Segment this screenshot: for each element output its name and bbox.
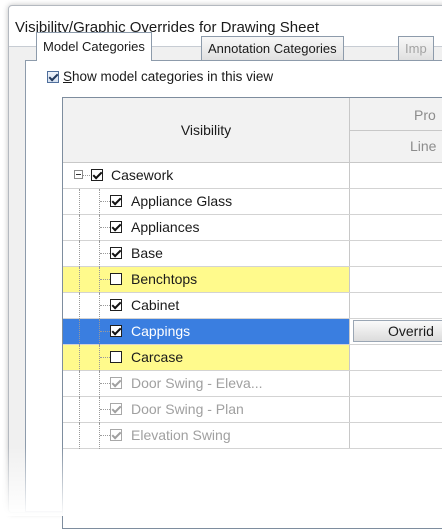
category-name-cell[interactable]: Door Swing - Plan: [63, 397, 350, 423]
tab-imported-categories[interactable]: Imp: [398, 36, 434, 60]
category-label: Cappings: [131, 323, 191, 339]
visibility-checkbox[interactable]: [110, 195, 122, 207]
category-name-cell[interactable]: Carcase: [63, 345, 350, 371]
visibility-checkbox[interactable]: [110, 325, 122, 337]
visibility-checkbox[interactable]: [110, 429, 122, 441]
category-label: Door Swing - Eleva...: [131, 375, 263, 391]
category-row[interactable]: Door Swing - Eleva...: [63, 371, 442, 397]
category-name-cell[interactable]: Cabinet: [63, 293, 350, 319]
category-row[interactable]: Door Swing - Plan: [63, 397, 442, 423]
tree-connector: [100, 409, 110, 410]
column-header-projection[interactable]: Pro: [350, 98, 442, 131]
category-row[interactable]: Elevation Swing: [63, 423, 442, 449]
category-row[interactable]: Cappings Overrid: [63, 319, 442, 345]
show-model-categories-label: how model categories in this view: [72, 69, 274, 84]
column-header-lines[interactable]: Line: [350, 131, 442, 163]
category-name-cell[interactable]: Base: [63, 241, 350, 267]
tree-connector: [79, 319, 80, 345]
tree-connector: [79, 293, 80, 319]
category-row[interactable]: Cabinet: [63, 293, 442, 319]
categories-grid: Visibility Pro Line Casework Appliance Gl…: [62, 97, 442, 529]
category-label: Carcase: [131, 349, 184, 365]
category-name-cell[interactable]: Elevation Swing: [63, 423, 350, 449]
category-name-cell[interactable]: Benchtops: [63, 267, 350, 293]
visibility-checkbox[interactable]: [110, 247, 122, 259]
category-row[interactable]: Benchtops: [63, 267, 442, 293]
tree-connector: [100, 357, 110, 358]
category-name-cell[interactable]: Casework: [63, 163, 350, 188]
category-label: Casework: [111, 167, 174, 183]
category-name-cell[interactable]: Appliances: [63, 215, 350, 241]
tab-model-categories[interactable]: Model Categories: [36, 32, 152, 61]
visibility-checkbox[interactable]: [110, 351, 122, 363]
category-label: Appliances: [131, 219, 200, 235]
category-label: Elevation Swing: [131, 427, 231, 443]
tree-connector: [79, 371, 80, 397]
tree-connector: [100, 279, 110, 280]
tree-connector: [99, 267, 100, 293]
column-header-visibility[interactable]: Visibility: [63, 98, 350, 163]
category-label: Cabinet: [131, 297, 180, 313]
tree-connector: [79, 189, 80, 215]
tree-connector: [79, 241, 80, 267]
tree-connector: [99, 319, 100, 345]
tree-connector: [99, 241, 100, 267]
tree-connector: [79, 215, 80, 241]
visibility-checkbox[interactable]: [110, 377, 122, 389]
category-name-cell[interactable]: Cappings: [63, 319, 350, 345]
show-model-categories-checkbox[interactable]: Show model categories in this view: [47, 69, 273, 84]
category-row[interactable]: Appliances: [63, 215, 442, 241]
tree-connector: [99, 397, 100, 423]
tree-connector: [99, 371, 100, 397]
tree-connector: [100, 201, 110, 202]
tree-connector: [100, 331, 110, 332]
tree-connector: [99, 189, 100, 215]
tree-connector: [99, 293, 100, 319]
tree-connector: [79, 267, 80, 293]
category-row[interactable]: Appliance Glass: [63, 189, 442, 215]
category-label: Appliance Glass: [131, 193, 233, 209]
visibility-checkbox[interactable]: [110, 221, 122, 233]
category-row[interactable]: Carcase: [63, 345, 442, 371]
category-row[interactable]: Casework: [63, 163, 442, 189]
show-model-categories-mnemonic: S: [63, 69, 73, 84]
visibility-checkbox[interactable]: [110, 403, 122, 415]
tree-connector: [79, 397, 80, 423]
category-label: Door Swing - Plan: [131, 401, 244, 417]
category-label: Benchtops: [131, 271, 198, 287]
tree-connector: [79, 345, 80, 371]
visibility-checkbox[interactable]: [110, 273, 122, 285]
tree-connector: [100, 227, 110, 228]
visibility-checkbox[interactable]: [91, 169, 103, 181]
override-button[interactable]: Overrid: [353, 320, 442, 342]
tree-connector: [100, 383, 110, 384]
tab-annotation-categories[interactable]: Annotation Categories: [201, 36, 344, 60]
tree-connector: [99, 215, 100, 241]
collapse-icon[interactable]: [74, 170, 83, 179]
tree-connector: [99, 423, 100, 449]
category-label: Base: [131, 245, 163, 261]
tree-connector: [83, 175, 90, 176]
tree-connector: [79, 423, 80, 449]
category-name-cell[interactable]: Appliance Glass: [63, 189, 350, 215]
visibility-checkbox[interactable]: [110, 299, 122, 311]
show-model-categories-check-icon[interactable]: [47, 70, 59, 83]
tree-connector: [100, 253, 110, 254]
category-name-cell[interactable]: Door Swing - Eleva...: [63, 371, 350, 397]
tree-connector: [100, 305, 110, 306]
category-row[interactable]: Base: [63, 241, 442, 267]
tree-connector: [99, 345, 100, 371]
tree-connector: [100, 435, 110, 436]
